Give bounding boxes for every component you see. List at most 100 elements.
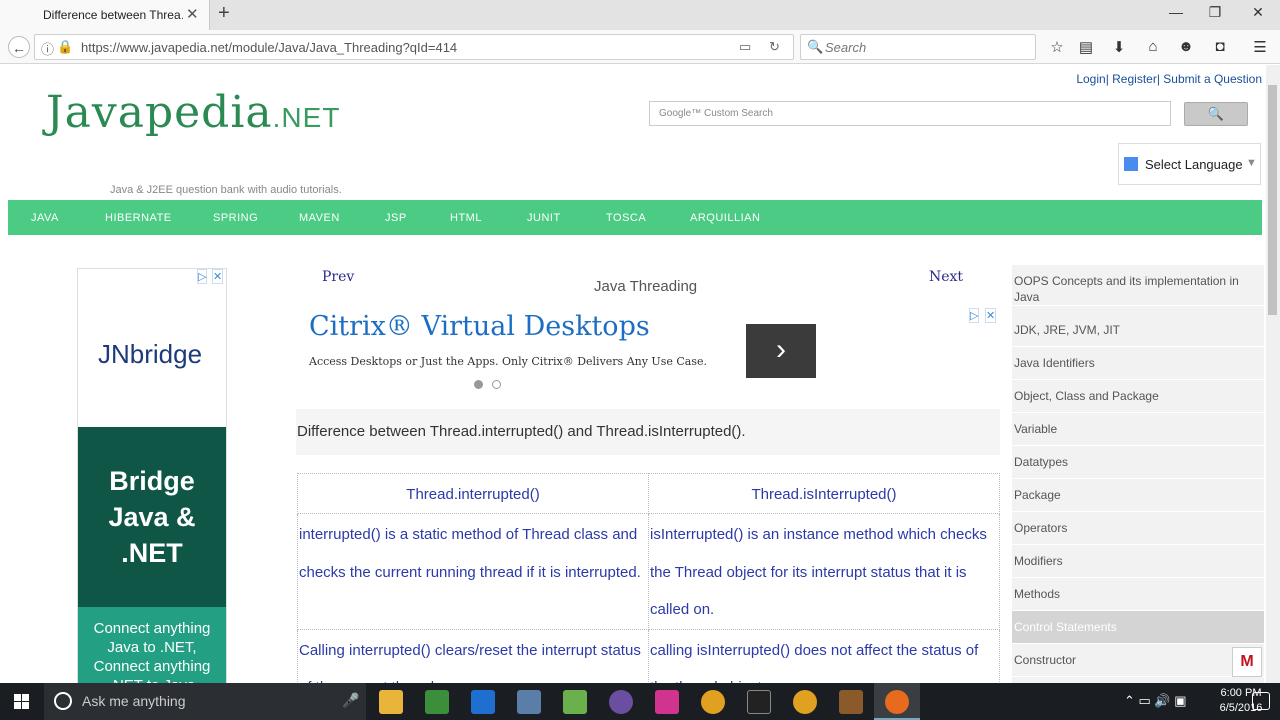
main-menu: JAVA HIBERNATE SPRING MAVEN JSP HTML JUN…	[8, 200, 1262, 235]
question-header: Difference between Thread.interrupted() …	[296, 409, 1000, 455]
reload-icon[interactable]: ↻	[769, 39, 780, 55]
chat-icon[interactable]: ☻	[1176, 38, 1196, 55]
sidebar-item-methods[interactable]: Methods	[1012, 578, 1264, 611]
sidebar-item-object-class[interactable]: Object, Class and Package	[1012, 380, 1264, 413]
scrollbar-thumb[interactable]	[1268, 85, 1277, 315]
google-search-button[interactable]: 🔍	[1184, 102, 1248, 126]
info-icon[interactable]: ⓘ	[41, 39, 54, 58]
url-text[interactable]: https://www.javapedia.net/module/Java/Ja…	[81, 40, 457, 55]
menu-item-junit[interactable]: JUNIT	[527, 212, 561, 224]
eclipse-icon[interactable]	[609, 690, 633, 714]
system-tray[interactable]: ⌃ ▭ 🔊 ▣	[1124, 693, 1186, 709]
carousel-dot[interactable]	[492, 380, 501, 389]
sidebar-item-jdk[interactable]: JDK, JRE, JVM, JIT	[1012, 314, 1264, 347]
notifications-icon[interactable]	[1252, 692, 1270, 710]
menu-item-html[interactable]: HTML	[450, 212, 482, 224]
menu-item-hibernate[interactable]: HIBERNATE	[105, 212, 172, 224]
site-tagline: Java & J2EE question bank with audio tut…	[110, 184, 342, 196]
cortana-search[interactable]: Ask me anything 🎤	[44, 683, 366, 720]
ad-title[interactable]: Citrix® Virtual Desktops	[309, 311, 650, 342]
edge-icon[interactable]	[471, 690, 495, 714]
logo-suffix: .NET	[272, 102, 341, 133]
menu-item-tosca[interactable]: TOSCA	[606, 212, 646, 224]
search-box[interactable]: 🔍 Search	[800, 34, 1036, 60]
download-icon[interactable]: ⬇	[1109, 38, 1129, 56]
mcafee-shield-icon[interactable]: M	[1232, 647, 1262, 677]
notepad-icon[interactable]	[563, 690, 587, 714]
terminal-icon[interactable]	[747, 690, 771, 714]
google-search-input[interactable]: Google™ Custom Search	[649, 101, 1171, 126]
restore-icon[interactable]: ❐	[1205, 4, 1225, 21]
sidebar-item-modifiers[interactable]: Modifiers	[1012, 545, 1264, 578]
menu-item-maven[interactable]: MAVEN	[299, 212, 340, 224]
language-select[interactable]: Select Language ▼	[1118, 143, 1261, 185]
hamburger-menu-icon[interactable]: ☰	[1250, 38, 1270, 56]
windows-logo-icon	[14, 694, 29, 709]
page-scrollbar[interactable]	[1266, 65, 1280, 683]
sidebar-item-oops[interactable]: OOPS Concepts and its implementation in …	[1012, 273, 1264, 306]
table-cell: interrupted() is a static method of Thre…	[297, 513, 649, 630]
account-links[interactable]: Login| Register| Submit a Question	[1076, 72, 1262, 86]
microphone-icon[interactable]: 🎤	[342, 692, 359, 709]
ad-logo-area: ▷ ✕ JNbridge	[78, 269, 226, 427]
ad-close-icon[interactable]: ✕	[212, 269, 224, 284]
article: Prev Java Threading Next ▷ ✕ Citrix® Vir…	[296, 265, 1000, 683]
app-icon[interactable]	[839, 690, 863, 714]
jnbridge-ad[interactable]: ▷ ✕ JNbridge Bridge Java & .NET Connect …	[77, 268, 227, 683]
network-icon[interactable]	[517, 690, 541, 714]
taskbar: Ask me anything 🎤 ⌃ ▭ 🔊 ▣ 6:00 PM 6/5/20…	[0, 683, 1280, 720]
table-cell: calling isInterrupted() does not affect …	[648, 628, 1000, 683]
pocket-icon[interactable]: ◘	[1210, 38, 1230, 55]
site-logo[interactable]: Javapedia.NET	[46, 87, 340, 138]
firefox-icon[interactable]	[885, 690, 909, 714]
menu-item-jsp[interactable]: JSP	[385, 212, 407, 224]
minimize-icon[interactable]: —	[1166, 4, 1186, 20]
sidebar-item-variable[interactable]: Variable	[1012, 413, 1264, 446]
prev-link[interactable]: Prev	[322, 269, 354, 285]
citrix-ad[interactable]: ▷ ✕ Citrix® Virtual Desktops Access Desk…	[296, 305, 1000, 395]
ad-close-icon[interactable]: ✕	[985, 308, 997, 323]
sidebar-item-package[interactable]: Package	[1012, 479, 1264, 512]
ad-info-icon[interactable]: ▷	[969, 308, 980, 323]
browser-window: Difference between Threa… ✕ + — ❐ ✕ ← ⓘ …	[0, 0, 1280, 720]
sidebar-item-datatypes[interactable]: Datatypes	[1012, 446, 1264, 479]
jnbridge-logo: JNbridge	[98, 339, 203, 369]
home-icon[interactable]: ⌂	[1143, 38, 1163, 55]
sidebar-item-constructor[interactable]: Constructor	[1012, 644, 1264, 677]
bookmarks-list-icon[interactable]: ▤	[1076, 38, 1096, 56]
topic-sidebar: OOPS Concepts and its implementation in …	[1012, 265, 1264, 683]
file-explorer-icon[interactable]	[379, 690, 403, 714]
bookmark-star-icon[interactable]: ☆	[1047, 38, 1067, 56]
app-icon[interactable]	[655, 690, 679, 714]
new-tab-button[interactable]: +	[218, 2, 230, 25]
store-icon[interactable]	[425, 690, 449, 714]
chevron-right-icon[interactable]: ›	[746, 324, 816, 378]
back-arrow-icon[interactable]: ←	[8, 36, 30, 58]
search-icon: 🔍	[807, 39, 824, 54]
close-window-icon[interactable]: ✕	[1248, 4, 1268, 21]
start-button[interactable]	[0, 683, 44, 720]
ad-headline: Bridge Java & .NET	[108, 466, 196, 568]
menu-item-spring[interactable]: SPRING	[213, 212, 258, 224]
tab-strip: Difference between Threa… ✕ + — ❐ ✕	[0, 0, 1280, 30]
lock-icon[interactable]: 🔒	[57, 39, 73, 55]
logo-main: Javapedia	[46, 87, 273, 138]
reader-view-icon[interactable]: ▭	[739, 39, 751, 55]
ad-info-icon[interactable]: ▷	[197, 269, 208, 284]
menu-item-arquillian[interactable]: ARQUILLIAN	[690, 212, 760, 224]
menu-item-java[interactable]: JAVA	[31, 212, 59, 224]
table-header: Thread.isInterrupted()	[648, 473, 1000, 514]
sidebar-item-control-statements[interactable]: Control Statements	[1012, 611, 1264, 644]
sidebar-item-operators[interactable]: Operators	[1012, 512, 1264, 545]
url-bar[interactable]: ⓘ 🔒 https://www.javapedia.net/module/Jav…	[34, 34, 794, 60]
table-row: Calling interrupted() clears/reset the i…	[297, 628, 1000, 683]
table-header: Thread.interrupted()	[297, 473, 649, 514]
sidebar-item-identifiers[interactable]: Java Identifiers	[1012, 347, 1264, 380]
carousel-dot-active[interactable]	[474, 380, 483, 389]
chrome-icon[interactable]	[701, 690, 725, 714]
next-link[interactable]: Next	[929, 269, 963, 285]
chrome-icon[interactable]	[793, 690, 817, 714]
browser-tab[interactable]: Difference between Threa… ✕	[0, 0, 210, 30]
web-page: Login| Register| Submit a Question Javap…	[0, 65, 1266, 683]
close-tab-icon[interactable]: ✕	[186, 5, 199, 23]
